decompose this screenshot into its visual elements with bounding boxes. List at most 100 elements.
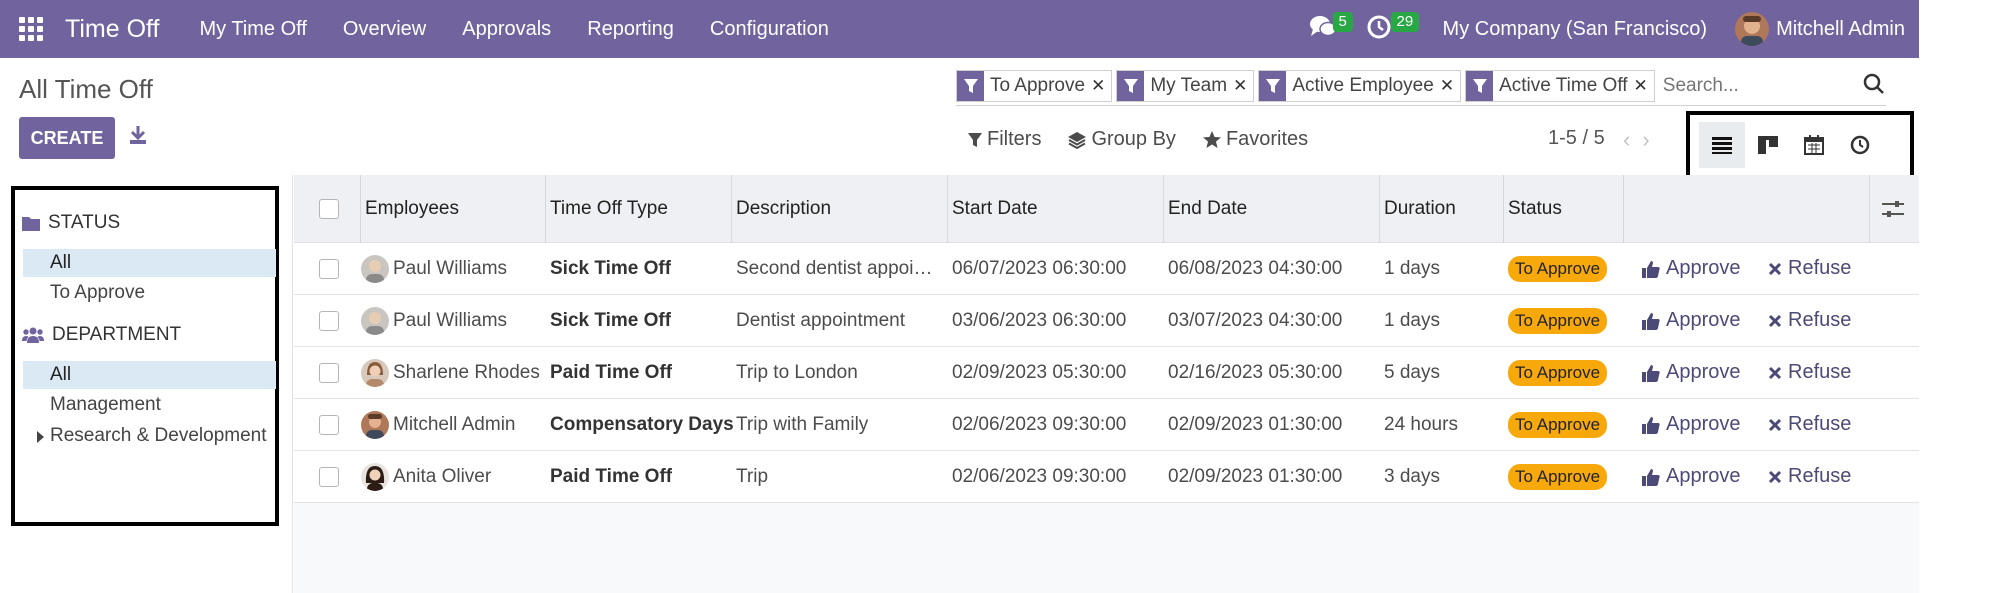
avatar	[361, 254, 389, 283]
status-cell: To Approve	[1508, 347, 1608, 398]
messaging-menu[interactable]: 5	[1309, 12, 1353, 44]
download-icon[interactable]	[128, 124, 150, 148]
menu-configuration[interactable]: Configuration	[692, 18, 847, 41]
row-checkbox[interactable]	[319, 295, 339, 346]
refuse-button[interactable]: Refuse	[1768, 243, 1851, 294]
calendar-view-button[interactable]	[1791, 122, 1837, 168]
status-badge: To Approve	[1508, 411, 1608, 438]
status-cell: To Approve	[1508, 295, 1608, 346]
chevron-left-icon[interactable]: ‹	[1623, 127, 1630, 153]
facet-remove-icon[interactable]: ✕	[1634, 71, 1654, 101]
refuse-button[interactable]: Refuse	[1768, 295, 1851, 346]
user-menu[interactable]: Mitchell Admin	[1776, 18, 1905, 41]
refuse-button[interactable]: Refuse	[1768, 347, 1851, 398]
table-row[interactable]: Sharlene Rhodes Paid Time Off Trip to Lo…	[294, 347, 1919, 399]
department-section-title: DEPARTMENT	[52, 324, 182, 345]
chevron-right-icon[interactable]: ›	[1642, 127, 1649, 153]
app-name[interactable]: Time Off	[65, 15, 159, 44]
refuse-button[interactable]: Refuse	[1768, 451, 1851, 502]
department-filter-management[interactable]: Management	[23, 391, 276, 419]
facet-remove-icon[interactable]: ✕	[1091, 71, 1111, 101]
menu-approvals[interactable]: Approvals	[444, 18, 569, 41]
menu-overview[interactable]: Overview	[325, 18, 444, 41]
table-row[interactable]: Paul Williams Sick Time Off Second denti…	[294, 243, 1919, 295]
messages-badge: 5	[1332, 12, 1353, 32]
group-by-label: Group By	[1091, 128, 1176, 150]
company-switcher[interactable]: My Company (San Francisco)	[1443, 18, 1708, 41]
column-time-off-type[interactable]: Time Off Type	[550, 175, 668, 242]
select-all-checkbox[interactable]	[319, 175, 339, 242]
row-checkbox[interactable]	[319, 243, 339, 294]
row-checkbox[interactable]	[319, 451, 339, 502]
table-row[interactable]: Paul Williams Sick Time Off Dentist appo…	[294, 295, 1919, 347]
optional-columns-toggle[interactable]	[1882, 175, 1904, 242]
time-off-type: Paid Time Off	[550, 465, 673, 487]
search-input[interactable]	[1662, 74, 1863, 97]
pager-value[interactable]: 1-5 / 5	[1548, 127, 1605, 150]
close-icon	[1768, 262, 1782, 275]
status-badge: To Approve	[1508, 307, 1608, 334]
facet-to-approve: To Approve ✕	[956, 69, 1113, 102]
activity-view-button[interactable]	[1837, 122, 1883, 168]
favorites-button[interactable]: Favorites	[1202, 128, 1308, 151]
clock-icon	[1367, 15, 1391, 39]
end-date: 02/16/2023 05:30:00	[1168, 361, 1343, 383]
approve-button[interactable]: Approve	[1642, 243, 1741, 294]
filters-button[interactable]: Filters	[967, 128, 1041, 151]
approve-button[interactable]: Approve	[1642, 451, 1741, 502]
approve-button[interactable]: Approve	[1642, 295, 1741, 346]
time-off-type: Compensatory Days	[550, 413, 734, 435]
approve-label: Approve	[1666, 361, 1741, 383]
status-filter-all[interactable]: All	[23, 249, 276, 277]
calendar-view-icon	[1804, 135, 1824, 155]
apps-menu-icon[interactable]	[19, 16, 45, 42]
menu-reporting[interactable]: Reporting	[569, 18, 692, 41]
status-filter-to-approve[interactable]: To Approve	[23, 279, 276, 307]
activity-menu[interactable]: 29	[1367, 12, 1420, 44]
column-duration[interactable]: Duration	[1384, 175, 1456, 242]
group-by-button[interactable]: Group By	[1067, 128, 1176, 151]
close-icon	[1768, 314, 1782, 327]
time-off-type: Sick Time Off	[550, 309, 672, 331]
create-button[interactable]: CREATE	[19, 117, 115, 159]
department-filter-all[interactable]: All	[23, 361, 276, 389]
user-avatar[interactable]	[1735, 12, 1770, 46]
close-icon	[1768, 418, 1782, 431]
start-date: 06/07/2023 06:30:00	[952, 257, 1127, 279]
row-checkbox[interactable]	[319, 399, 339, 450]
column-employees[interactable]: Employees	[365, 175, 459, 242]
search-icon[interactable]	[1862, 72, 1886, 96]
refuse-button[interactable]: Refuse	[1768, 399, 1851, 450]
duration: 3 days	[1384, 465, 1440, 487]
table-row[interactable]: Anita Oliver Paid Time Off Trip 02/06/20…	[294, 451, 1919, 503]
status-section-title: STATUS	[48, 212, 121, 233]
department-filter-research[interactable]: Research & Development	[23, 422, 276, 450]
table-row[interactable]: Mitchell Admin Compensatory Days Trip wi…	[294, 399, 1919, 451]
refuse-label: Refuse	[1788, 361, 1852, 383]
list-view-button[interactable]	[1699, 122, 1745, 168]
duration: 1 days	[1384, 257, 1440, 279]
employee-name: Sharlene Rhodes	[393, 361, 540, 383]
column-start-date[interactable]: Start Date	[952, 175, 1038, 242]
menu-my-time-off[interactable]: My Time Off	[181, 18, 324, 41]
approve-button[interactable]: Approve	[1642, 399, 1741, 450]
approve-button[interactable]: Approve	[1642, 347, 1741, 398]
employee-name: Paul Williams	[393, 257, 508, 279]
description: Trip to London	[736, 361, 858, 383]
top-navbar: Time Off My Time Off Overview Approvals …	[0, 0, 1919, 58]
department-section-header: DEPARTMENT	[22, 324, 181, 346]
end-date: 02/09/2023 01:30:00	[1168, 465, 1343, 487]
column-description[interactable]: Description	[736, 175, 831, 242]
status-cell: To Approve	[1508, 399, 1608, 450]
avatar	[361, 358, 389, 387]
column-end-date[interactable]: End Date	[1168, 175, 1247, 242]
caret-right-icon[interactable]	[37, 431, 44, 443]
facet-label: My Team	[1150, 74, 1228, 96]
thumbs-up-icon	[1642, 416, 1660, 434]
column-status[interactable]: Status	[1508, 175, 1562, 242]
row-checkbox[interactable]	[319, 347, 339, 398]
facet-remove-icon[interactable]: ✕	[1233, 71, 1253, 101]
facet-remove-icon[interactable]: ✕	[1440, 71, 1460, 101]
kanban-view-button[interactable]	[1745, 122, 1791, 168]
start-date: 03/06/2023 06:30:00	[952, 309, 1127, 331]
